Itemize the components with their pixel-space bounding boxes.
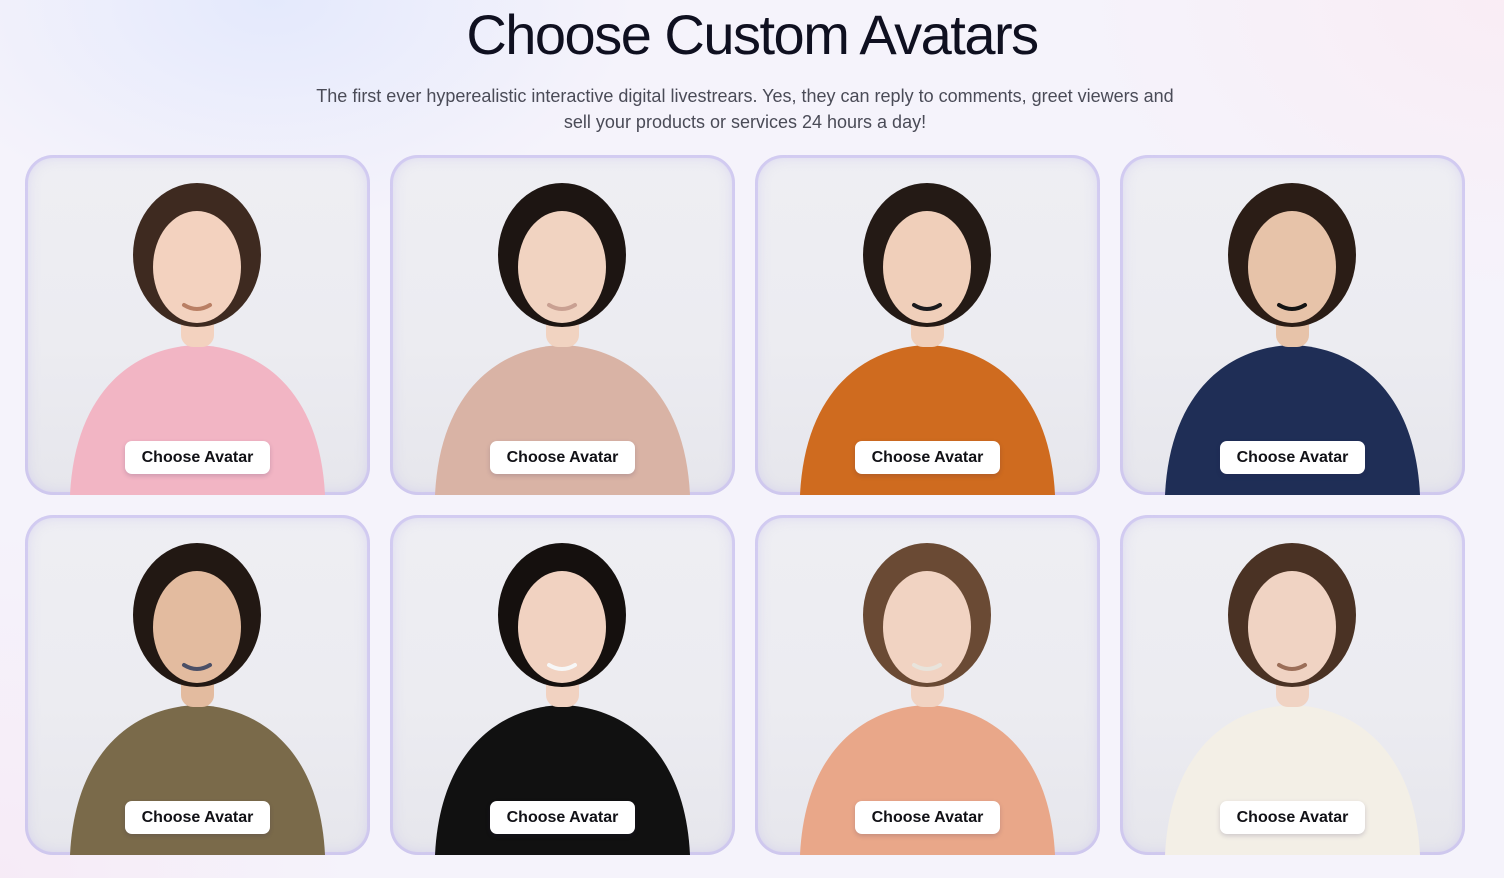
choose-avatar-button[interactable]: Choose Avatar [490,441,635,474]
choose-avatar-button[interactable]: Choose Avatar [855,441,1000,474]
page-title: Choose Custom Avatars [466,3,1039,66]
avatar-card-2[interactable]: Choose Avatar [390,155,735,495]
choose-avatar-button[interactable]: Choose Avatar [1220,441,1365,474]
avatar-card-4[interactable]: Choose Avatar [1120,155,1465,495]
avatar-card-1[interactable]: Choose Avatar [25,155,370,495]
choose-avatar-button[interactable]: Choose Avatar [855,801,1000,834]
choose-avatar-button[interactable]: Choose Avatar [125,801,270,834]
choose-avatar-button[interactable]: Choose Avatar [1220,801,1365,834]
avatar-card-7[interactable]: Choose Avatar [755,515,1100,855]
avatar-card-6[interactable]: Choose Avatar [390,515,735,855]
choose-avatar-button[interactable]: Choose Avatar [125,441,270,474]
page-subtitle: The first ever hyperealistic interactive… [316,86,1174,132]
avatar-card-5[interactable]: Choose Avatar [25,515,370,855]
choose-avatar-button[interactable]: Choose Avatar [490,801,635,834]
avatar-card-8[interactable]: Choose Avatar [1120,515,1465,855]
avatar-card-3[interactable]: Choose Avatar [755,155,1100,495]
